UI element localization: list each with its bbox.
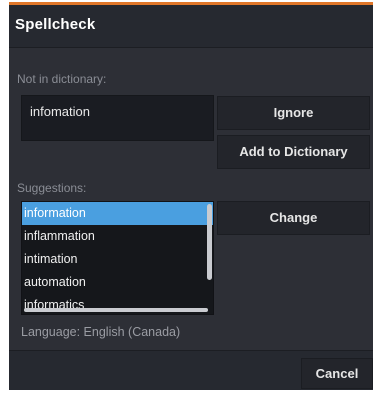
dialog-title: Spellcheck <box>15 16 96 33</box>
spellcheck-dialog: Spellcheck Not in dictionary: infomation… <box>9 2 373 390</box>
misspelled-word: infomation <box>30 104 90 119</box>
horizontal-scrollbar[interactable] <box>24 308 208 312</box>
suggestion-item[interactable]: inflammation <box>22 225 213 248</box>
ignore-button[interactable]: Ignore <box>217 96 370 130</box>
dialog-titlebar: Spellcheck <box>9 5 373 48</box>
suggestions-list[interactable]: information inflammation intimation auto… <box>21 201 214 315</box>
change-button[interactable]: Change <box>217 201 370 235</box>
cancel-button[interactable]: Cancel <box>301 358 373 389</box>
suggestion-item[interactable]: automation <box>22 271 213 294</box>
misspelled-word-field: infomation <box>21 95 214 141</box>
suggestions-label: Suggestions: <box>17 181 87 195</box>
not-in-dictionary-label: Not in dictionary: <box>17 72 107 86</box>
suggestion-item[interactable]: intimation <box>22 248 213 271</box>
suggestion-item[interactable]: information <box>22 202 213 225</box>
vertical-scrollbar[interactable] <box>207 204 212 280</box>
language-label: Language: English (Canada) <box>21 325 181 339</box>
add-to-dictionary-button[interactable]: Add to Dictionary <box>217 135 370 169</box>
